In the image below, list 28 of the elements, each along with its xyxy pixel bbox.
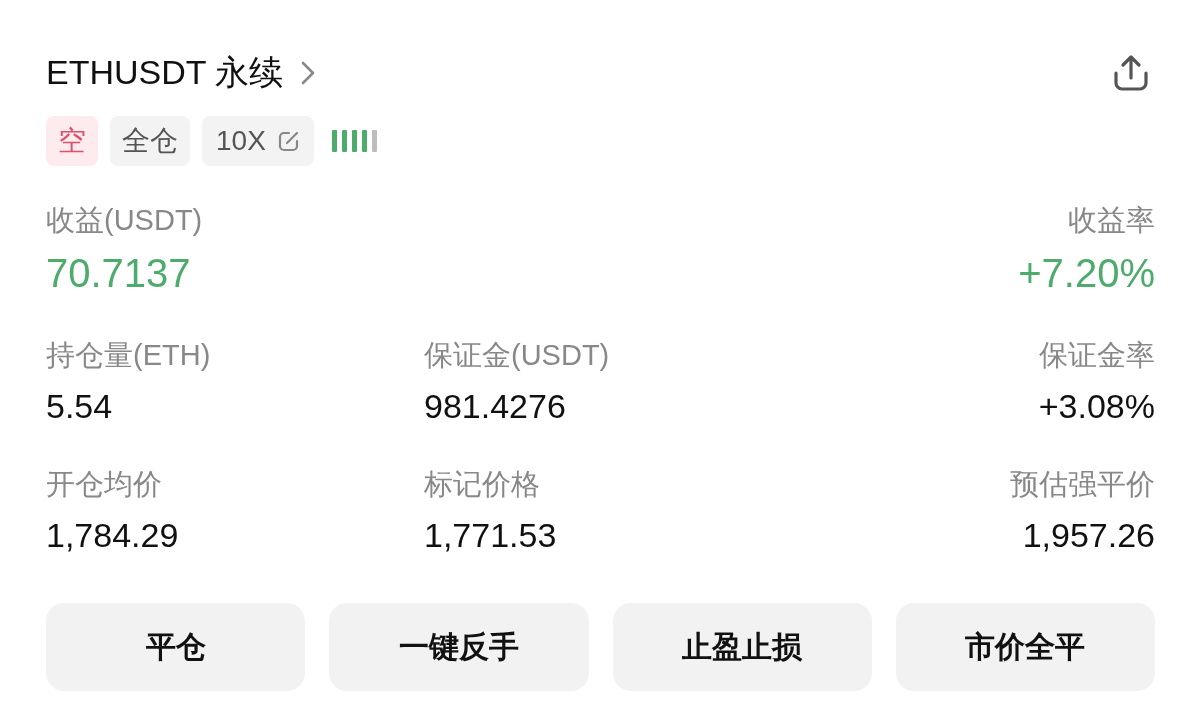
action-button[interactable]: 平仓 — [46, 603, 306, 691]
stat-value: 1,784.29 — [46, 515, 179, 555]
stat-value: 981.4276 — [424, 386, 566, 426]
stat-value: 1,771.53 — [424, 515, 557, 555]
profit-value: +7.20% — [1018, 250, 1155, 297]
chevron-right-icon — [301, 61, 316, 85]
contract-title-link[interactable]: ETHUSDT 永续 — [46, 50, 316, 96]
stat-label: 收益(USDT) — [46, 203, 203, 238]
profit-value: 70.7137 — [46, 250, 191, 297]
edit-icon — [277, 130, 300, 152]
stat-label: 持仓量(ETH) — [46, 338, 211, 373]
margin-mode-tag: 全仓 — [110, 116, 190, 166]
stat-value: 1,957.26 — [1022, 515, 1155, 555]
stat-value: 5.54 — [46, 386, 113, 426]
stat-label: 保证金率 — [1039, 338, 1155, 373]
stat-value: +3.08% — [1038, 386, 1155, 426]
action-button[interactable]: 止盈止损 — [612, 603, 872, 691]
action-button[interactable]: 一键反手 — [329, 603, 589, 691]
side-tag: 空 — [46, 116, 98, 166]
leverage-button[interactable]: 10X — [202, 116, 314, 166]
share-icon — [1113, 54, 1149, 92]
stat-label: 保证金(USDT) — [424, 338, 610, 373]
action-button[interactable]: 市价全平 — [895, 603, 1155, 691]
share-button[interactable] — [1111, 52, 1151, 94]
stat-label: 收益率 — [1068, 203, 1155, 238]
stat-label: 预估强平价 — [1010, 467, 1155, 502]
stat-label: 开仓均价 — [46, 467, 162, 502]
stat-label: 标记价格 — [424, 467, 540, 502]
